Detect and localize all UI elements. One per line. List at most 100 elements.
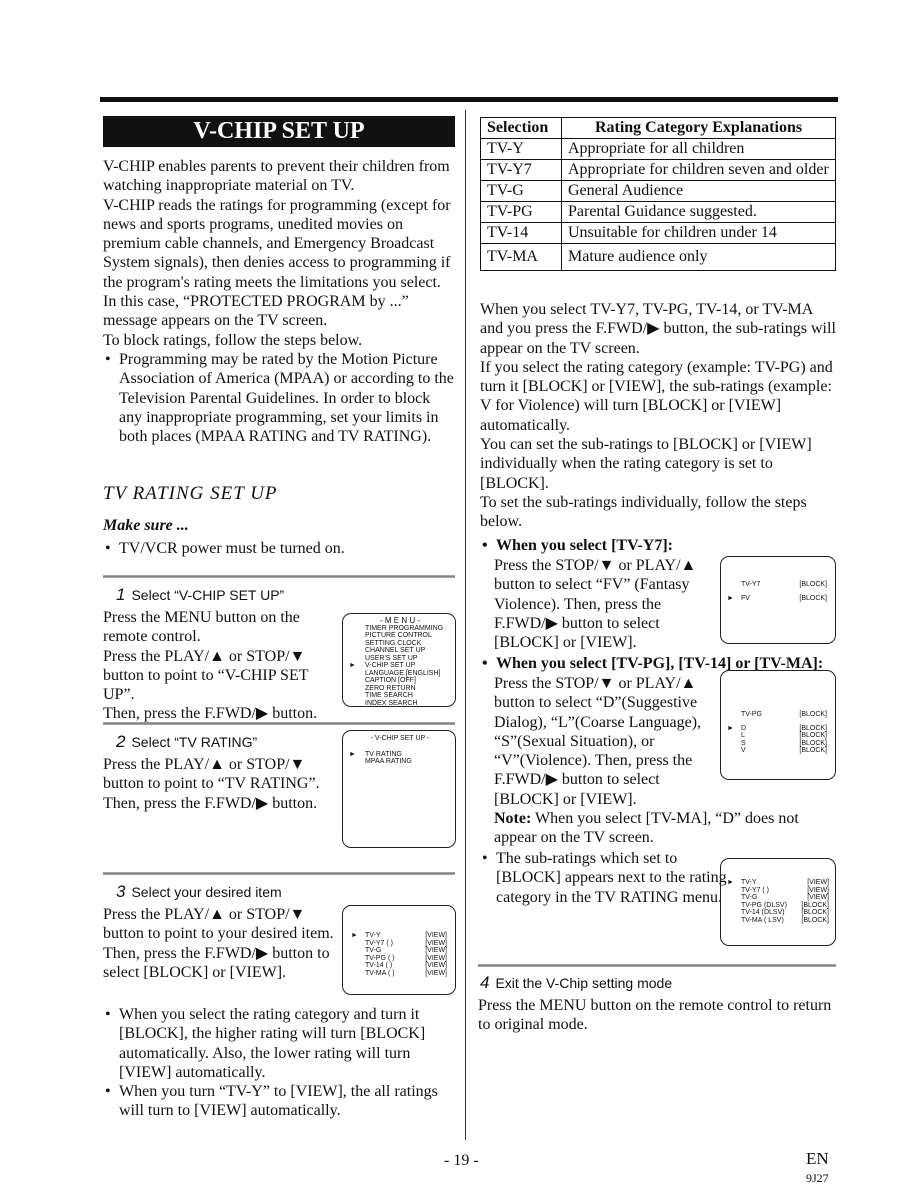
menu-item: INDEX SEARCH bbox=[365, 699, 418, 707]
screen-label: TV-14 ( ) bbox=[365, 962, 393, 969]
rating-screen: ► TV-Y [VIEW] TV-Y7 ( ) [VIEW] TV-G [VIEW] TV-P… bbox=[342, 905, 456, 995]
screen-title: - V-CHIP SET UP - bbox=[370, 735, 430, 742]
screen-row: TV-G [VIEW] bbox=[365, 947, 447, 955]
screen-row: TV-14 (DLSV) [BLOCK] bbox=[741, 909, 829, 917]
screen-value: [VIEW] bbox=[425, 969, 447, 977]
menu-item: CAPTION [OFF] bbox=[365, 677, 416, 684]
intro: V-CHIP enables parents to prevent their … bbox=[103, 157, 455, 446]
step-text: Press the MENU button on the remote cont… bbox=[103, 609, 300, 646]
screen-value: [VIEW] bbox=[807, 886, 829, 894]
menu-item: TIME SEARCH bbox=[365, 692, 413, 699]
sub-bullet: The sub-ratings which set to [BLOCK] app… bbox=[480, 849, 732, 907]
screen-row: ► FV [BLOCK] bbox=[727, 594, 827, 603]
menu-item: V-CHIP SET UP bbox=[365, 662, 416, 669]
screen-row: TV-MA ( LSV) [BLOCK] bbox=[741, 917, 829, 925]
screen-value: [BLOCK] bbox=[801, 916, 829, 924]
step-text: Press the MENU button on the remote cont… bbox=[478, 997, 832, 1034]
table-row: TV-Y7 Appropriate for children seven and … bbox=[480, 159, 836, 181]
screen-value: [VIEW] bbox=[425, 962, 447, 969]
screen-row: TV-PG (DLSV) [BLOCK] bbox=[741, 902, 829, 910]
section-title: TV RATING SET UP bbox=[103, 483, 278, 504]
tv-y7-screen: TV-Y7 [BLOCK] ► FV [BLOCK] bbox=[720, 556, 836, 644]
rating-selection: TV-Y7 bbox=[480, 159, 562, 181]
menu-item: ZERO RETURN bbox=[365, 684, 416, 692]
step-1-heading: 1 Select “V-CHIP SET UP” bbox=[116, 585, 284, 605]
screen-value: [VIEW] bbox=[425, 954, 447, 962]
pointer-icon: ► bbox=[727, 594, 734, 602]
step-text: Then, press the F.FWD/▶ button. bbox=[103, 794, 318, 812]
screen-label: TV-G bbox=[741, 894, 758, 901]
tv-pg-screen: TV-PG [BLOCK] ► D [BLOCK] L [BLOCK] S [BLOCK] V [B… bbox=[720, 670, 836, 780]
rating-explanation: Appropriate for children seven and older bbox=[561, 159, 836, 181]
step-text: Press the PLAY/▲ or STOP/▼ button to poi… bbox=[103, 756, 320, 793]
screen-value: [BLOCK] bbox=[799, 581, 827, 588]
screen-label: TV-Y7 bbox=[741, 581, 761, 588]
rating-selection: TV-PG bbox=[480, 201, 562, 223]
screen-label: V bbox=[741, 747, 746, 754]
intro-bullet: Programming may be rated by the Motion P… bbox=[103, 350, 455, 446]
table-row: TV-Y Appropriate for all children bbox=[480, 138, 836, 160]
screen-label: TV-MA ( ) bbox=[365, 969, 395, 977]
rating-selection: TV-G bbox=[480, 180, 562, 202]
screen-value: [BLOCK] bbox=[801, 901, 829, 909]
language-code: EN bbox=[806, 1149, 829, 1168]
screen-row: V [BLOCK] bbox=[741, 747, 827, 755]
screen-label: TV-Y bbox=[741, 879, 757, 886]
rating-explanation: General Audience bbox=[561, 180, 836, 202]
step-title: Select “V-CHIP SET UP” bbox=[131, 587, 285, 603]
intro-para: V-CHIP enables parents to prevent their … bbox=[103, 158, 450, 195]
sub-text: Press the STOP/▼ or PLAY/▲ button to sel… bbox=[494, 557, 697, 652]
screen-row: TV-PG ( ) [VIEW] bbox=[365, 955, 447, 963]
model-code: 9J27 bbox=[806, 1171, 829, 1185]
menu-item: PICTURE CONTROL bbox=[365, 632, 432, 639]
table-row: TV-PG Parental Guidance suggested. bbox=[480, 201, 836, 223]
step-2-heading: 2 Select “TV RATING” bbox=[116, 732, 258, 751]
pointer-icon: ► bbox=[349, 662, 356, 669]
paragraph: To set the sub-ratings individually, fol… bbox=[480, 493, 807, 531]
pointer-icon: ► bbox=[351, 932, 358, 939]
step-text: Press the PLAY/▲ or STOP/▼ button to poi… bbox=[103, 647, 309, 704]
rating-table: Selection Rating Category Explanations TV… bbox=[480, 117, 836, 271]
screen-row: ► D [BLOCK] bbox=[727, 724, 827, 733]
screen-value: [BLOCK] bbox=[799, 594, 827, 602]
screen-value: [VIEW] bbox=[807, 879, 829, 886]
divider bbox=[103, 575, 455, 578]
rating-selection: TV-14 bbox=[480, 222, 562, 244]
screen-value: [VIEW] bbox=[425, 939, 447, 947]
column-divider bbox=[465, 110, 466, 1140]
menu-screen: - M E N U - TIMER PROGRAMMING PICTURE CON… bbox=[342, 613, 456, 707]
note: Note: When you select [TV-MA], “D” does … bbox=[494, 809, 836, 848]
intro-para: V-CHIP reads the ratings for programming… bbox=[103, 196, 451, 330]
step-text: Then, press the F.FWD/▶ button. bbox=[103, 705, 318, 723]
paragraph: You can set the sub-ratings to [BLOCK] o… bbox=[480, 436, 812, 492]
rating-explanation: Mature audience only bbox=[561, 243, 836, 271]
step-4-heading: 4 Exit the V-Chip setting mode bbox=[480, 973, 673, 992]
rating-explanation: Unsuitable for children under 14 bbox=[561, 222, 836, 244]
screen-row: ► TV-Y [VIEW] bbox=[351, 932, 447, 940]
screen-value: [VIEW] bbox=[425, 932, 447, 939]
screen-label: TV-Y7 ( ) bbox=[741, 886, 770, 894]
screen-row: L [BLOCK] bbox=[741, 732, 827, 740]
pointer-icon: ► bbox=[727, 724, 734, 732]
screen-row: ► TV-Y [VIEW] bbox=[727, 879, 829, 887]
screen-row: TV-G [VIEW] bbox=[741, 894, 829, 902]
screen-value: [BLOCK] bbox=[799, 724, 827, 732]
note-bullet: When you turn “TV-Y” to [VIEW], the all … bbox=[103, 1082, 448, 1121]
screen-label: TV-PG bbox=[741, 711, 763, 718]
screen-label: TV-Y bbox=[365, 932, 381, 939]
screen-label: L bbox=[741, 732, 745, 739]
intro-para: To block ratings, follow the steps below… bbox=[103, 331, 363, 349]
final-rating-screen: ► TV-Y [VIEW] TV-Y7 ( ) [VIEW] TV-G [VIEW] TV-P… bbox=[720, 858, 836, 946]
note-bullet: When you select the rating category and … bbox=[103, 1005, 448, 1082]
menu-item: TIMER PROGRAMMING bbox=[365, 624, 444, 632]
rating-selection: TV-MA bbox=[480, 243, 562, 271]
screen-value: [BLOCK] bbox=[801, 909, 829, 916]
vchip-screen: - V-CHIP SET UP - ► TV RATING MPAA RATING bbox=[342, 730, 456, 848]
menu-item: SETTING CLOCK bbox=[365, 639, 422, 647]
screen-value: [BLOCK] bbox=[799, 739, 827, 747]
screen-label: TV-PG (DLSV) bbox=[741, 901, 787, 909]
step-2-body: Press the PLAY/▲ or STOP/▼ button to poi… bbox=[103, 755, 339, 813]
screen-row: TV-Y7 ( ) [VIEW] bbox=[365, 940, 447, 948]
sub-heading: When you select [TV-Y7]: bbox=[480, 536, 673, 555]
screen-value: [BLOCK] bbox=[799, 747, 827, 754]
